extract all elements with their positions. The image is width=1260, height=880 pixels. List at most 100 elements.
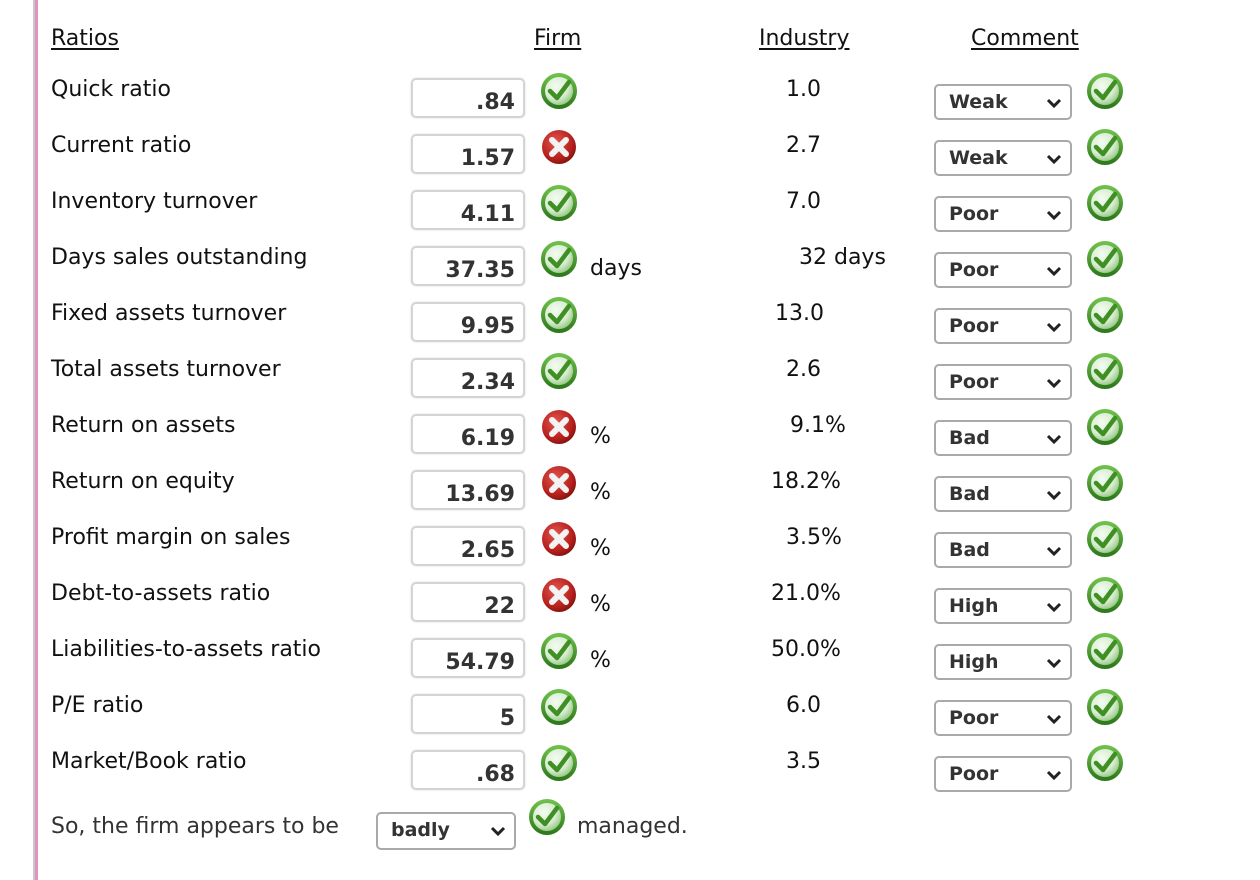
industry-value: 18.2% [771,469,841,494]
comment-select[interactable]: Poor [934,196,1072,232]
x-circle-icon [540,576,578,614]
comment-select[interactable]: Weak [934,140,1072,176]
ratio-row: Quick ratio .84 1.0 Weak [0,73,1260,132]
ratio-row: Fixed assets turnover 9.95 13.0 Poor [0,297,1260,356]
firm-value-input[interactable]: 37.35 [411,246,525,286]
chevron-down-icon [1046,434,1062,445]
ratio-row: Current ratio 1.57 2.7 Weak [0,129,1260,188]
industry-value: 32 days [799,245,886,270]
check-circle-icon [1086,632,1124,670]
industry-value: 2.7 [786,133,821,158]
x-circle-icon [540,520,578,558]
comment-select-value: High [949,595,999,617]
comment-select[interactable]: Poor [934,756,1072,792]
firm-value-input[interactable]: 5 [411,694,525,734]
comment-select-value: Poor [949,259,999,281]
chevron-down-icon [1046,266,1062,277]
comment-select-value: Poor [949,315,999,337]
ratio-label: Liabilities-to-assets ratio [51,637,322,662]
ratio-row: Days sales outstanding 37.35 days 32 days Po… [0,241,1260,300]
chevron-down-icon [1046,378,1062,389]
check-circle-icon [528,798,566,836]
ratio-row: Return on equity 13.69% 18.2% Bad [0,465,1260,524]
check-circle-icon [1086,688,1124,726]
check-circle-icon [540,688,578,726]
header-industry: Industry [759,26,850,51]
summary-select[interactable]: badly [376,812,516,850]
chevron-down-icon [1046,490,1062,501]
industry-value: 9.1% [790,413,846,438]
comment-select[interactable]: Poor [934,700,1072,736]
comment-select-value: Bad [949,483,990,505]
comment-select[interactable]: High [934,588,1072,624]
chevron-down-icon [1046,210,1062,221]
check-circle-icon [540,72,578,110]
chevron-down-icon [1046,714,1062,725]
comment-select-value: Weak [949,91,1008,113]
ratio-label: Fixed assets turnover [51,301,287,326]
chevron-down-icon [1046,602,1062,613]
ratio-row: Return on assets 6.19% 9.1% Bad [0,409,1260,468]
firm-value-input[interactable]: 22 [411,582,525,622]
ratio-label: Debt-to-assets ratio [51,581,271,606]
summary-select-value: badly [391,819,450,841]
comment-select[interactable]: Poor [934,252,1072,288]
firm-value-input[interactable]: 2.65 [411,526,525,566]
comment-select[interactable]: Poor [934,364,1072,400]
ratio-row: Market/Book ratio .68 3.5 Poor [0,745,1260,804]
firm-value-input[interactable]: 6.19 [411,414,525,454]
ratio-row: Total assets turnover 2.34 2.6 Poor [0,353,1260,412]
ratio-label: P/E ratio [51,693,144,718]
check-circle-icon [1086,184,1124,222]
firm-unit: % [590,480,611,505]
check-circle-icon [1086,296,1124,334]
chevron-down-icon [1046,98,1062,109]
comment-select[interactable]: Bad [934,420,1072,456]
ratio-label: Inventory turnover [51,189,258,214]
ratio-label: Total assets turnover [51,357,281,382]
industry-value: 1.0 [786,77,821,102]
ratio-row: Profit margin on sales 2.65% 3.5% Bad [0,521,1260,580]
industry-value: 13.0 [775,301,824,326]
firm-unit: % [590,592,611,617]
firm-value-input[interactable]: 54.79 [411,638,525,678]
comment-select[interactable]: Poor [934,308,1072,344]
check-circle-icon [540,744,578,782]
header-comment: Comment [971,26,1079,51]
ratio-row: Inventory turnover 4.11 7.0 Poor [0,185,1260,244]
firm-value-input[interactable]: .68 [411,750,525,790]
comment-select-value: Bad [949,427,990,449]
chevron-down-icon [1046,546,1062,557]
firm-value-input[interactable]: 4.11 [411,190,525,230]
industry-value: 2.6 [786,357,821,382]
x-circle-icon [540,464,578,502]
check-circle-icon [1086,240,1124,278]
comment-select[interactable]: Bad [934,532,1072,568]
comment-select-value: Weak [949,147,1008,169]
ratio-label: Return on assets [51,413,236,438]
ratio-label: Profit margin on sales [51,525,291,550]
firm-unit: % [590,536,611,561]
firm-unit: % [590,424,611,449]
firm-value-input[interactable]: 1.57 [411,134,525,174]
industry-value: 50.0% [771,637,841,662]
firm-value-input[interactable]: .84 [411,78,525,118]
check-circle-icon [1086,352,1124,390]
firm-value-input[interactable]: 2.34 [411,358,525,398]
comment-select[interactable]: Weak [934,84,1072,120]
chevron-down-icon [490,826,506,837]
firm-value-input[interactable]: 9.95 [411,302,525,342]
ratio-row: Liabilities-to-assets ratio 54.79% 50.0% Hi… [0,633,1260,692]
comment-select[interactable]: Bad [934,476,1072,512]
check-circle-icon [1086,520,1124,558]
firm-value-input[interactable]: 13.69 [411,470,525,510]
summary-prefix: So, the firm appears to be [51,814,339,839]
header-ratios: Ratios [51,26,119,51]
check-circle-icon [1086,408,1124,446]
check-circle-icon [1086,744,1124,782]
chevron-down-icon [1046,770,1062,781]
comment-select-value: Bad [949,539,990,561]
industry-value: 21.0% [771,581,841,606]
comment-select[interactable]: High [934,644,1072,680]
x-circle-icon [540,128,578,166]
